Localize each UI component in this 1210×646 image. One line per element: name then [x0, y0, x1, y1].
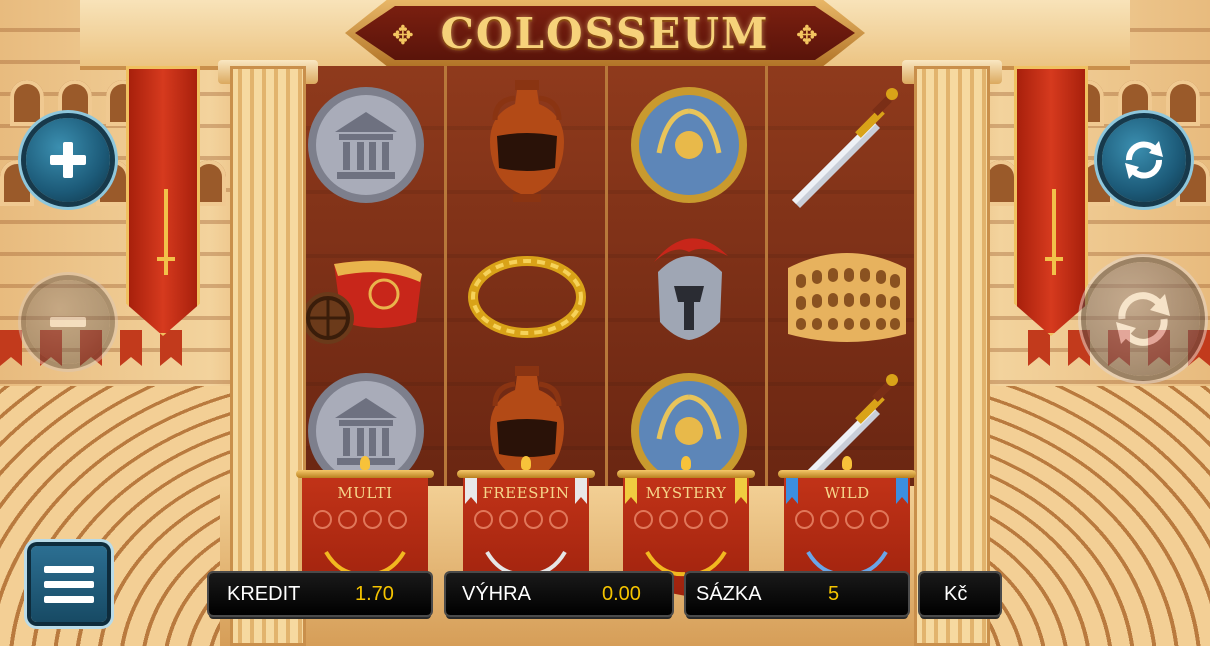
bet-label: SÁZKA — [696, 583, 762, 605]
feature-label: MULTI — [337, 484, 393, 502]
spin-button[interactable] — [1102, 118, 1186, 202]
game-scene: COLOSSEUM ✥ ✥ MULTI FREESPIN MYSTERY WIL… — [0, 0, 1210, 646]
feature-rod — [296, 470, 434, 478]
temple-coin-icon — [301, 80, 431, 210]
shield-icon — [624, 80, 754, 210]
refresh-icon — [1125, 141, 1163, 179]
progress-circles — [634, 510, 728, 529]
win-value: 0.00 — [602, 583, 641, 605]
bet-value: 5 — [828, 583, 840, 605]
laurel-wreath-icon — [462, 232, 592, 362]
progress-circles — [474, 510, 568, 529]
pillar-left — [230, 66, 306, 646]
amphora-icon — [462, 76, 592, 206]
banner-left — [126, 66, 200, 336]
decrease-bet-button[interactable] — [26, 280, 110, 364]
title-plaque: COLOSSEUM — [355, 6, 855, 60]
increase-bet-button[interactable] — [26, 118, 110, 202]
feature-label: WILD — [824, 484, 870, 502]
sword-emblem-icon — [157, 189, 175, 275]
flame-icon — [521, 456, 531, 470]
minus-icon — [50, 317, 86, 327]
currency-label: Kč — [944, 583, 968, 605]
colosseum-icon — [782, 228, 912, 358]
autospin-button[interactable] — [1086, 262, 1200, 376]
chariot-icon — [298, 234, 428, 364]
credit-panel: KREDIT 1.70 — [209, 573, 431, 615]
credit-label: KREDIT — [227, 583, 301, 605]
hamburger-icon — [44, 595, 94, 603]
sword-emblem-icon — [1045, 189, 1063, 275]
feature-rod — [778, 470, 916, 478]
feature-rod — [617, 470, 755, 478]
plus-icon — [50, 142, 86, 178]
flame-icon — [842, 456, 852, 470]
sword-icon — [782, 80, 912, 210]
feature-label: FREESPIN — [482, 484, 570, 502]
menu-button[interactable] — [31, 546, 107, 622]
reel-window — [286, 66, 926, 494]
win-label: VÝHRA — [462, 583, 531, 605]
fleur-right-icon: ✥ — [796, 20, 818, 50]
hamburger-icon — [44, 565, 94, 573]
helmet-icon — [624, 222, 754, 352]
bet-panel[interactable]: SÁZKA 5 — [686, 573, 908, 615]
flame-icon — [681, 456, 691, 470]
hamburger-icon — [44, 580, 94, 588]
autospin-icon — [1116, 292, 1170, 346]
progress-circles — [795, 510, 889, 529]
flame-icon — [360, 456, 370, 470]
feature-rod — [457, 470, 595, 478]
win-panel: VÝHRA 0.00 — [446, 573, 672, 615]
pillar-right — [914, 66, 990, 646]
game-title: COLOSSEUM — [440, 8, 770, 58]
credit-value: 1.70 — [355, 583, 394, 605]
banner-right — [1014, 66, 1088, 336]
progress-circles — [313, 510, 407, 529]
currency-button[interactable]: Kč — [920, 573, 1000, 615]
fleur-left-icon: ✥ — [392, 20, 414, 50]
feature-label: MYSTERY — [645, 484, 727, 502]
